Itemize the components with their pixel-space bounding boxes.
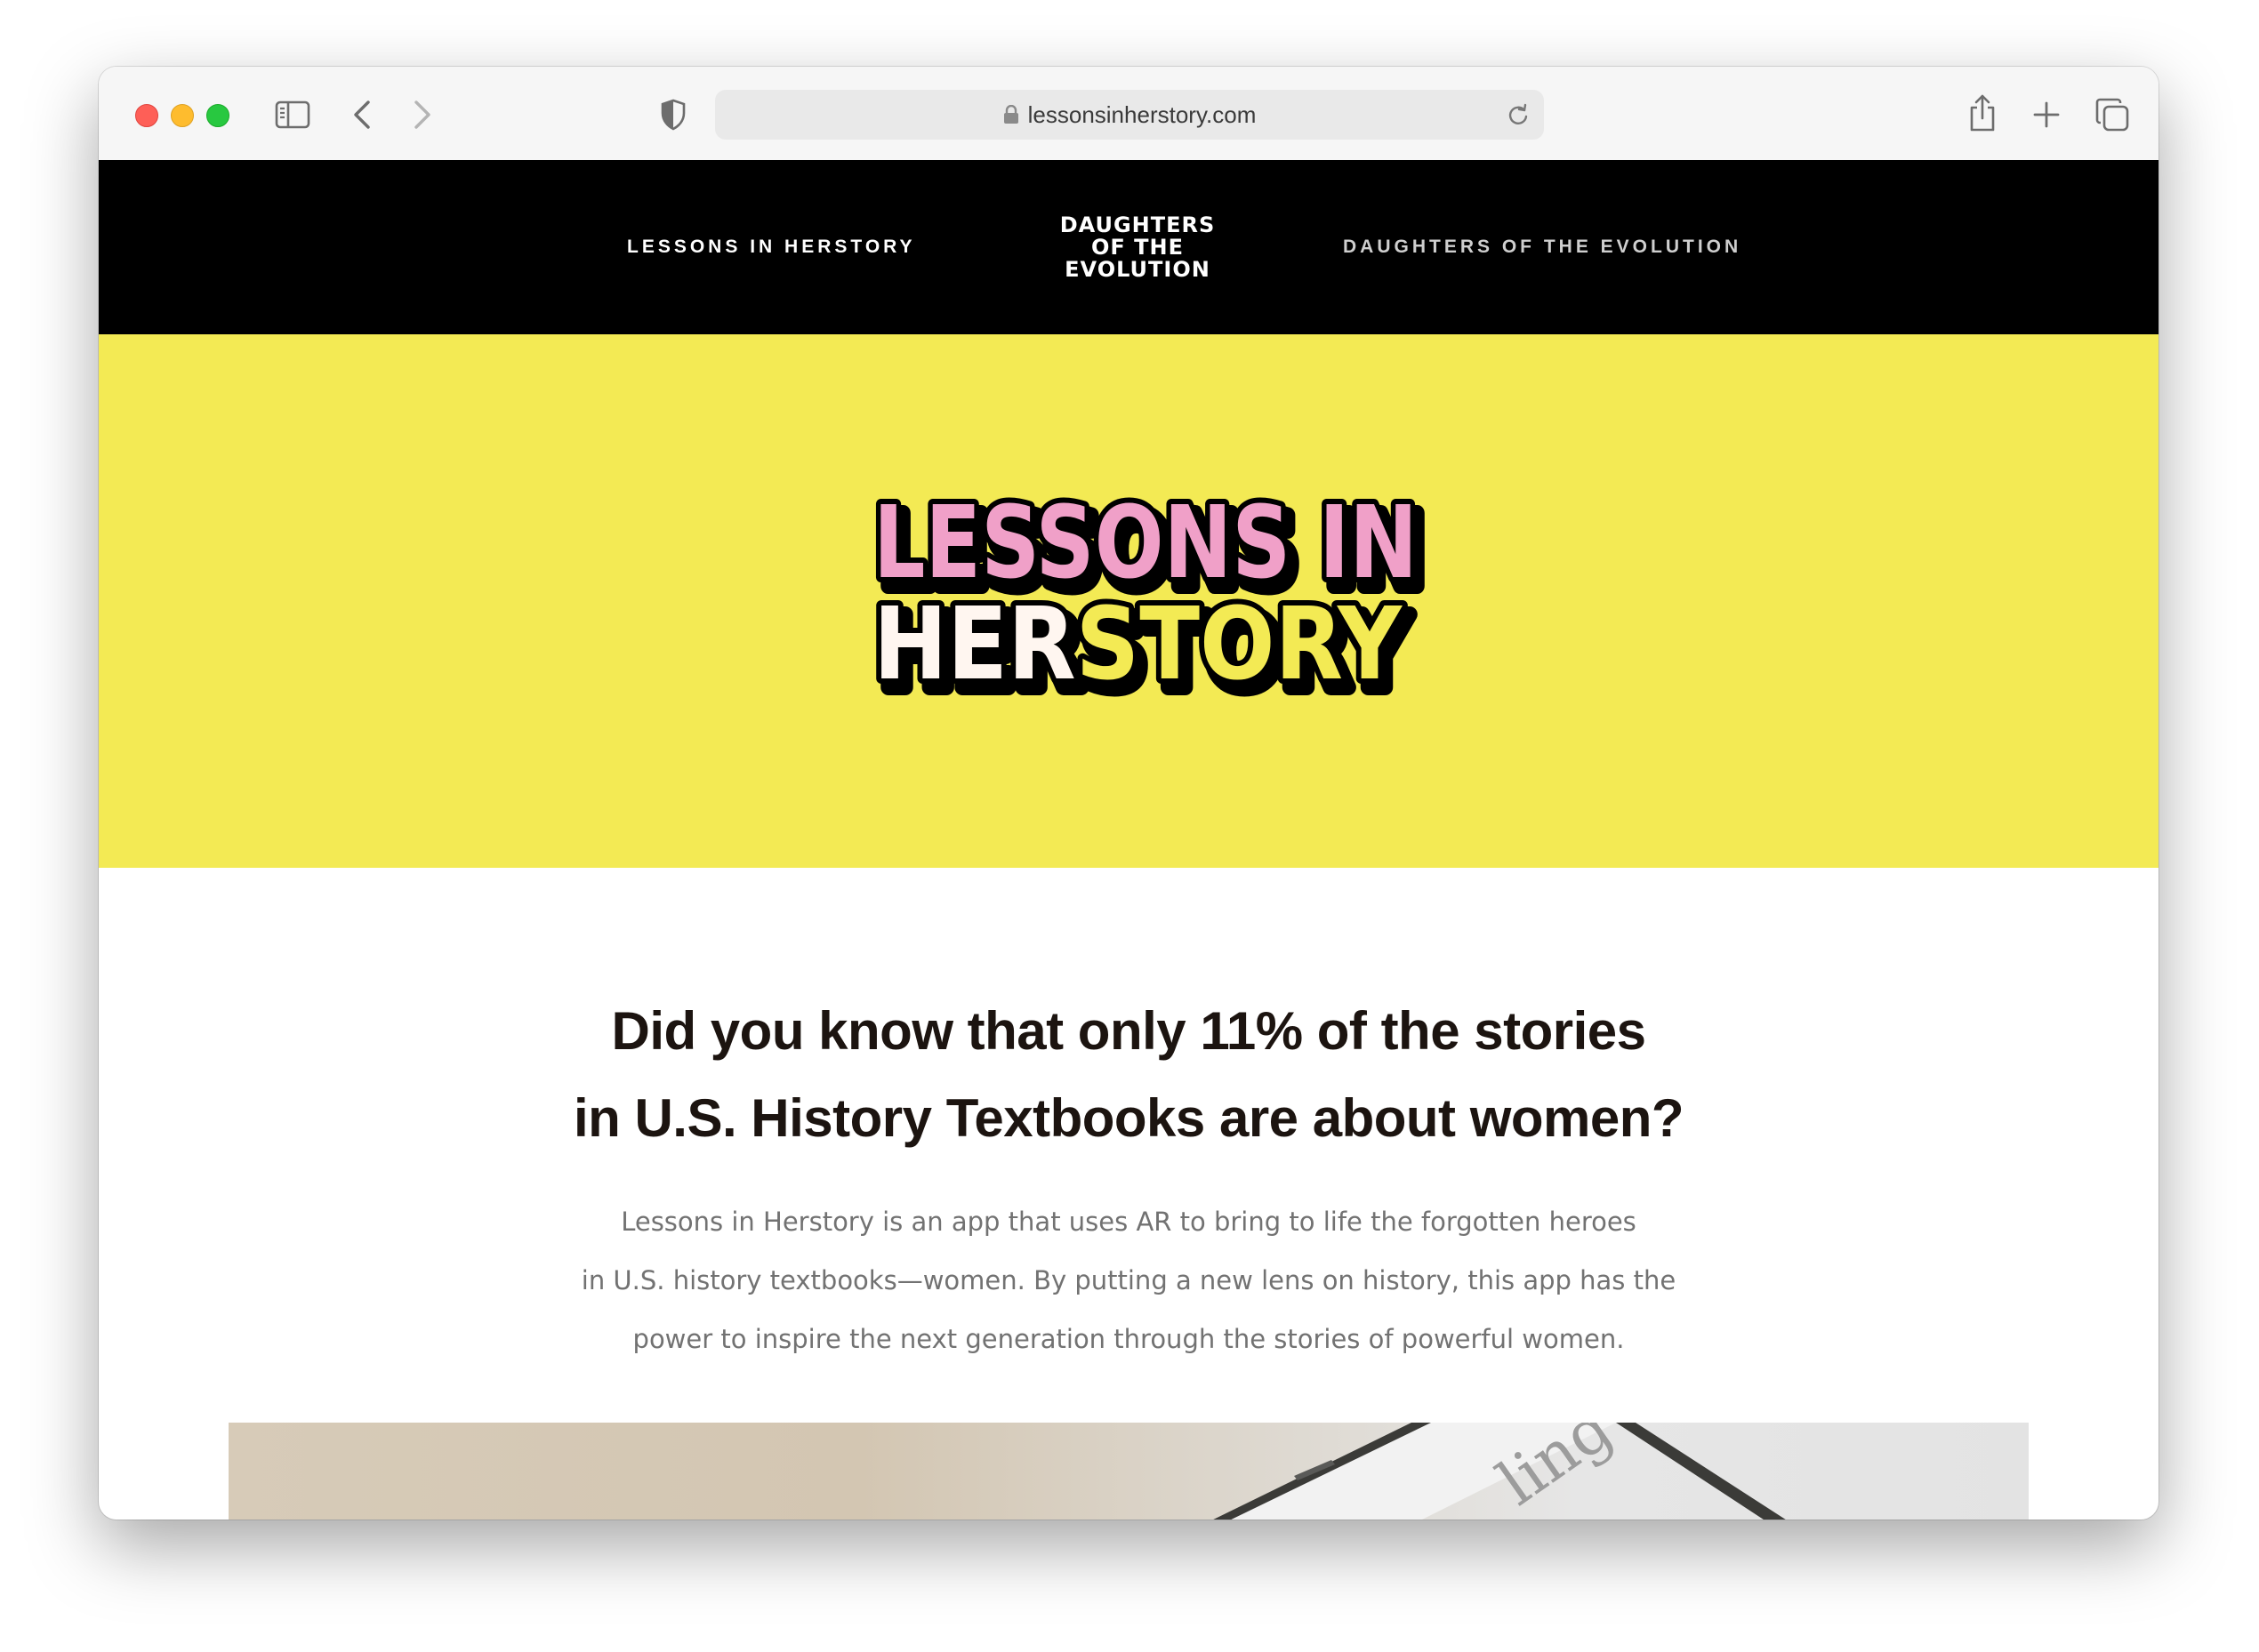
browser-toolbar: lessonsinherstory.com [99,67,2159,161]
address-bar[interactable]: lessonsinherstory.com [715,90,1544,140]
logo-line2-story: STORY [1076,587,1403,702]
headline-line: Did you know that only 11% of the storie… [611,1001,1646,1061]
nav-link-daughters-of-the-evolution[interactable]: DAUGHTERS OF THE EVOLUTION [1343,160,1741,334]
back-chevron-icon[interactable] [346,97,378,132]
reload-icon[interactable] [1505,101,1531,128]
minimize-window-button[interactable] [171,104,194,127]
daughters-of-the-evolution-logo[interactable]: DAUGHTERS OF THE EVOLUTION [1049,160,1226,334]
browser-window: lessonsinherstory.com LESSONS IN HERSTOR… [99,67,2159,1520]
maximize-window-button[interactable] [206,104,229,127]
paragraph-line: power to inspire the next generation thr… [632,1324,1625,1354]
main-headline: Did you know that only 11% of the storie… [366,988,1892,1162]
forward-chevron-icon[interactable] [406,97,438,132]
tab-overview-icon[interactable] [2093,95,2132,134]
url-text: lessonsinherstory.com [1027,100,1257,128]
sidebar-toggle-icon[interactable] [273,99,312,131]
nav-logo-line: DAUGHTERS [1059,212,1216,237]
logo-line2-her: HER [873,587,1076,702]
logo-line1-text: LESSONS IN [873,485,1418,601]
phone-photo-graphic: ling [1213,1423,1786,1520]
svg-text:HERSTORY: HERSTORY [873,587,1403,702]
hero-banner: LESSONS IN LESSONS IN LESSONS IN HERSTOR… [99,334,2159,868]
app-photo: ling [229,1423,2029,1520]
nav-logo-line: EVOLUTION [1065,256,1210,282]
paragraph-line: Lessons in Herstory is an app that uses … [621,1207,1636,1237]
close-window-button[interactable] [135,104,158,127]
headline-line: in U.S. History Textbooks are about wome… [573,1088,1684,1148]
nav-logo-line: OF THE [1090,234,1184,260]
intro-paragraph: Lessons in Herstory is an app that uses … [437,1192,1821,1368]
share-icon[interactable] [1965,92,2000,134]
site-nav-bar: LESSONS IN HERSTORY DAUGHTERS OF THE EVO… [99,160,2159,334]
paragraph-line: in U.S. history textbooks—women. By putt… [581,1265,1676,1295]
lessons-in-herstory-logo: LESSONS IN LESSONS IN LESSONS IN HERSTOR… [868,481,1433,719]
nav-link-lessons-in-herstory[interactable]: LESSONS IN HERSTORY [627,160,916,334]
privacy-shield-icon[interactable] [657,97,689,132]
lock-icon [1003,105,1019,124]
new-tab-plus-icon[interactable] [2029,97,2064,132]
